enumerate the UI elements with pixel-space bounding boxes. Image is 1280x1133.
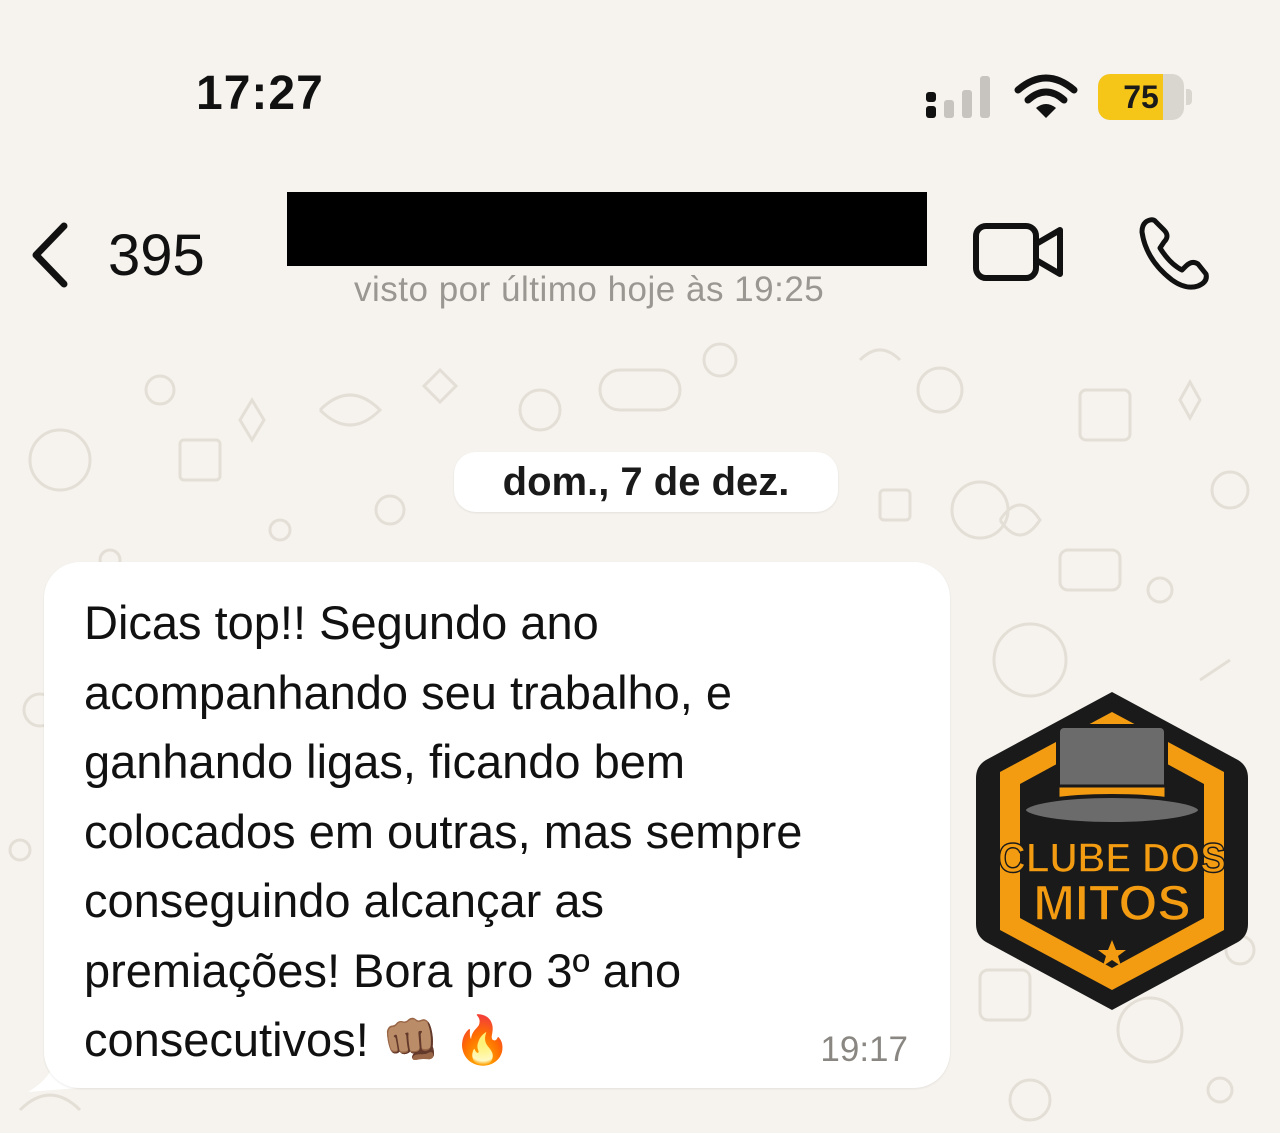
date-separator: dom., 7 de dez. (454, 452, 838, 512)
contact-name-redacted[interactable] (287, 192, 927, 266)
back-chevron-icon (32, 222, 68, 288)
unread-count: 395 (108, 222, 205, 288)
chat-area[interactable]: dom., 7 de dez. Dicas top!! Segundo ano … (0, 330, 1280, 1133)
status-bar: 17:27 75 (0, 0, 1280, 170)
last-seen-status: visto por último hoje às 19:25 (354, 270, 825, 309)
back-button[interactable]: 395 (28, 218, 228, 292)
status-time: 17:27 (196, 67, 324, 120)
svg-text:CLUBE DOS: CLUBE DOS (998, 834, 1226, 881)
message-text: Dicas top!! Segundo ano acompanhando seu… (84, 596, 803, 1066)
svg-text:MITOS: MITOS (1033, 875, 1190, 931)
phone-call-icon[interactable] (1136, 214, 1214, 292)
video-call-icon[interactable] (972, 220, 1066, 284)
cellular-signal-icon (926, 76, 990, 118)
message-timestamp: 19:17 (820, 1030, 908, 1069)
incoming-message-bubble[interactable]: Dicas top!! Segundo ano acompanhando seu… (44, 562, 950, 1088)
wifi-icon (1014, 74, 1078, 118)
clube-dos-mitos-logo: CLUBE DOS MITOS (976, 692, 1248, 1010)
battery-percentage: 75 (1123, 79, 1159, 115)
battery-icon: 75 (1098, 74, 1192, 120)
